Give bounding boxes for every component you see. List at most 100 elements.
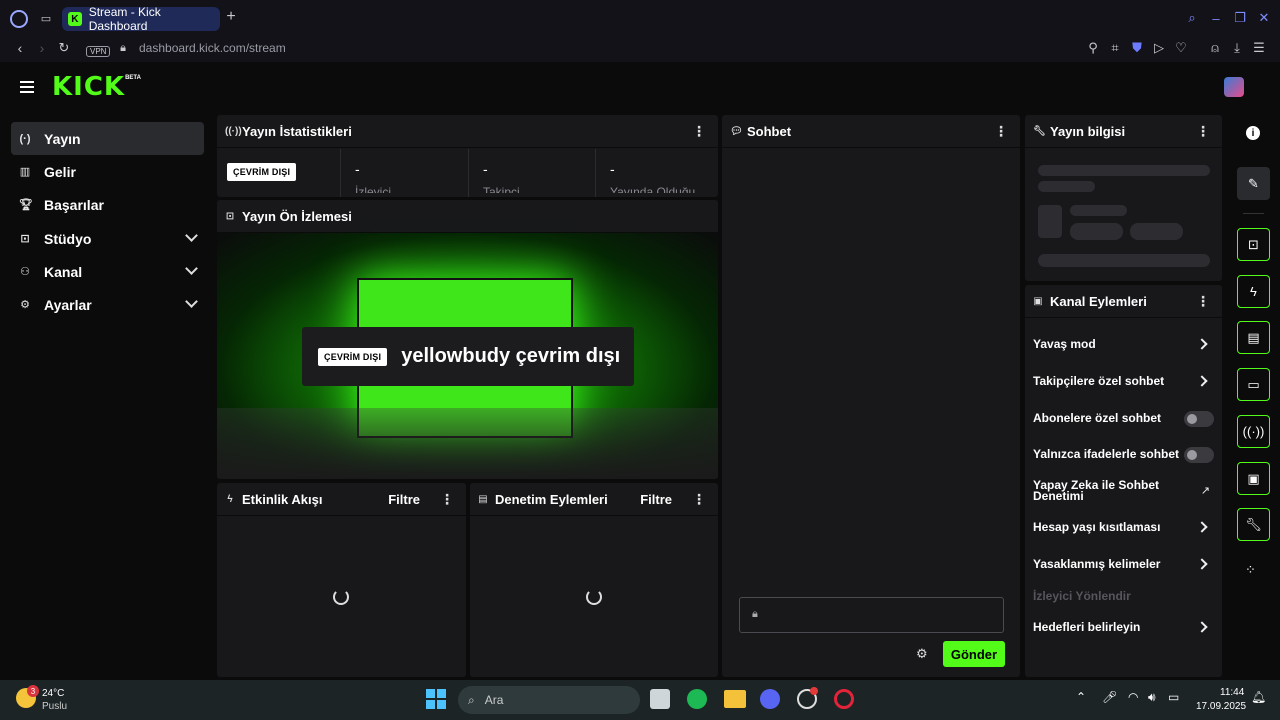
new-tab-icon[interactable]: + xyxy=(224,8,238,25)
task-view-icon[interactable] xyxy=(650,689,670,709)
more-options-icon[interactable]: ⋮ xyxy=(994,124,1008,138)
document-icon[interactable]: ▤ xyxy=(1237,321,1270,354)
url-text[interactable]: dashboard.kick.com/stream xyxy=(139,41,286,55)
back-icon[interactable]: ‹ xyxy=(12,40,28,56)
preview-floor xyxy=(217,408,718,479)
more-options-icon[interactable]: ⋮ xyxy=(692,124,706,138)
chat-settings-gear-icon[interactable]: ⚙ xyxy=(916,646,928,662)
chevron-up-icon[interactable]: ⌃ xyxy=(1076,690,1086,704)
weather-badge: 3 xyxy=(27,685,39,697)
more-options-icon[interactable]: ⋮ xyxy=(440,492,454,506)
lock-icon[interactable]: 🔒︎ xyxy=(116,40,130,56)
more-options-icon[interactable]: ⋮ xyxy=(1196,124,1210,138)
pin-icon[interactable]: ⚲ xyxy=(1086,40,1100,56)
tab-title: Stream - Kick Dashboard xyxy=(88,5,161,33)
wifi-icon[interactable]: ◠ xyxy=(1128,690,1138,704)
hamburger-icon[interactable] xyxy=(20,81,34,93)
more-options-icon[interactable]: ⋮ xyxy=(692,492,706,506)
play-icon[interactable]: ▷ xyxy=(1152,40,1166,56)
windows-start-icon[interactable] xyxy=(426,689,446,709)
clock-time[interactable]: 11:44 xyxy=(1220,687,1244,698)
chart-icon: ▥ xyxy=(19,166,31,178)
skeleton-tag xyxy=(1130,223,1183,240)
slow-mode-item[interactable]: Yavaş mod xyxy=(1033,337,1212,351)
sidebar-item-basarilar[interactable]: 🏆︎ Başarılar xyxy=(11,188,204,221)
chat-input[interactable]: 🔒︎ xyxy=(739,597,1004,633)
heart-icon[interactable]: ♡ xyxy=(1174,40,1188,56)
skeleton-line xyxy=(1038,254,1210,267)
forward-icon[interactable]: › xyxy=(34,40,50,56)
kick-logo[interactable]: KICK BETA xyxy=(52,72,141,102)
menu-icon[interactable]: ☰ xyxy=(1252,40,1266,56)
viewer-redirect-item: İzleyici Yönlendir xyxy=(1033,589,1131,603)
search-tabs-icon[interactable]: ⌕ xyxy=(1184,10,1200,26)
skeleton-thumbnail xyxy=(1038,205,1062,238)
chat-bubble-icon[interactable]: ▭ xyxy=(1237,368,1270,401)
preview-camera-icon[interactable]: ⊡ xyxy=(1237,228,1270,261)
sidebar-item-ayarlar[interactable]: ⚙ Ayarlar xyxy=(11,288,204,321)
spotify-icon[interactable] xyxy=(687,689,707,709)
panel-header: ▣ Kanal Eylemleri ⋮ xyxy=(1025,285,1222,318)
opera-gx-icon[interactable] xyxy=(834,689,854,709)
wrench-icon[interactable]: 🔧︎ xyxy=(1237,508,1270,541)
set-goals-item[interactable]: Hedefleri belirleyin xyxy=(1033,620,1212,634)
account-icon[interactable]: ⍝ xyxy=(1208,40,1222,56)
download-icon[interactable]: ⤓ xyxy=(1230,40,1244,56)
ai-moderation-item[interactable]: Yapay Zeka ile Sohbet Denetimi xyxy=(1033,479,1183,502)
panel-title: Sohbet xyxy=(747,123,792,139)
sidebar-item-gelir[interactable]: ▥ Gelir xyxy=(11,155,204,188)
panel-title: Yayın bilgisi xyxy=(1050,123,1126,139)
emotes-only-toggle[interactable] xyxy=(1184,447,1214,463)
filter-button[interactable]: Filtre xyxy=(640,492,672,507)
account-age-item[interactable]: Hesap yaşı kısıtlaması xyxy=(1033,520,1212,534)
weather-desc: Puslu xyxy=(42,701,68,712)
more-options-icon[interactable]: ⋮ xyxy=(1196,294,1210,308)
sidebar-item-label: Ayarlar xyxy=(44,296,92,313)
followers-only-item[interactable]: Takipçilere özel sohbet xyxy=(1033,374,1212,388)
tab-islands-icon[interactable]: ▭ xyxy=(38,10,54,26)
document-icon: ▤ xyxy=(478,493,488,505)
browser-tab-active[interactable]: K Stream - Kick Dashboard xyxy=(62,5,220,33)
file-explorer-icon[interactable] xyxy=(724,690,746,708)
loading-spinner-icon xyxy=(333,589,349,605)
shield-icon[interactable]: ⛊ xyxy=(1130,40,1144,56)
banned-words-item[interactable]: Yasaklanmış kelimeler xyxy=(1033,557,1212,571)
notification-dot xyxy=(810,687,818,695)
taskbar-search[interactable]: ⌕ Ara xyxy=(458,686,640,714)
skeleton-line xyxy=(1038,165,1210,176)
opera-icon[interactable] xyxy=(10,10,28,28)
sidebar-item-studyo[interactable]: ⊡ Stüdyo xyxy=(11,222,204,255)
microphone-icon[interactable]: 🎤︎ xyxy=(1102,690,1117,704)
sidebar-item-yayin[interactable]: (·) Yayın xyxy=(11,122,204,155)
minimize-icon[interactable]: – xyxy=(1208,10,1224,26)
status-badge: ÇEVRİM DIŞI xyxy=(227,162,297,181)
info-icon[interactable]: i xyxy=(1246,126,1260,140)
volume-icon[interactable]: 🔊︎ xyxy=(1148,690,1156,705)
filter-button[interactable]: Filtre xyxy=(388,492,420,507)
snapshot-icon[interactable]: ⌗ xyxy=(1108,40,1122,56)
notification-bell-icon[interactable]: 🔔︎ xyxy=(1251,690,1266,704)
subscribers-only-toggle[interactable] xyxy=(1184,411,1214,427)
maximize-icon[interactable]: ❐ xyxy=(1232,10,1248,26)
reload-icon[interactable]: ↻ xyxy=(56,40,72,56)
search-icon: ⌕ xyxy=(468,692,475,707)
sidebar-item-kanal[interactable]: ⚇ Kanal xyxy=(11,255,204,288)
chevron-right-icon xyxy=(1196,521,1208,533)
external-chart-icon[interactable]: ↗ xyxy=(1201,484,1210,497)
broadcast-icon[interactable]: ((·)) xyxy=(1237,415,1270,448)
send-button[interactable]: Gönder xyxy=(943,641,1005,667)
vpn-badge[interactable]: VPN xyxy=(86,41,111,59)
discord-icon[interactable] xyxy=(760,689,780,709)
close-icon[interactable]: ✕ xyxy=(1256,10,1272,26)
lightning-icon[interactable]: ϟ xyxy=(1237,275,1270,308)
chat-bubble-icon: 💬︎ xyxy=(730,125,743,137)
channel-icon[interactable]: ▣ xyxy=(1237,462,1270,495)
edit-pencil-icon[interactable]: ✎ xyxy=(1237,167,1270,200)
apps-icon[interactable]: ⁘ xyxy=(1245,562,1256,578)
panel-header: ▤ Denetim Eylemleri Filtre ⋮ xyxy=(470,483,718,516)
stat-viewers: - İzleyici xyxy=(340,149,467,197)
battery-icon[interactable]: ▭ xyxy=(1168,690,1179,704)
clock-date[interactable]: 17.09.2025 xyxy=(1196,701,1246,712)
avatar[interactable] xyxy=(1224,77,1244,97)
stream-preview-panel: ⊡ Yayın Ön İzlemesi ÇEVRİM DIŞI yellowbu… xyxy=(217,200,718,479)
